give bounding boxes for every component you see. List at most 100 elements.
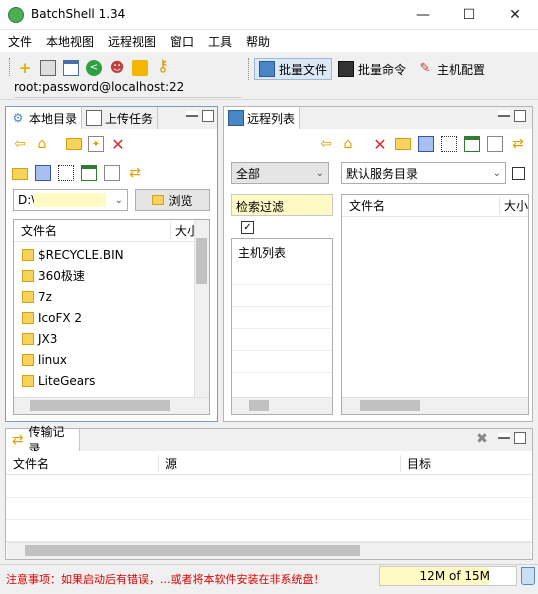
clear-log-icon[interactable]: ✖ <box>474 431 490 447</box>
chevron-down-icon: ⌄ <box>315 167 324 179</box>
tab-transfer-log[interactable]: ⇄ 传输记录 <box>6 425 80 456</box>
list-item[interactable]: 7z <box>14 286 194 307</box>
menu-help[interactable]: 帮助 <box>246 33 270 50</box>
col-size[interactable]: 大小 <box>499 197 528 214</box>
minimize-panel-icon[interactable] <box>498 433 510 439</box>
file-name: IcoFX 2 <box>38 310 83 325</box>
file-name: 7z <box>38 289 52 304</box>
maximize-panel-icon[interactable] <box>202 110 214 122</box>
minimize-button[interactable]: — <box>400 0 446 30</box>
home-icon[interactable]: ⌂ <box>34 136 50 152</box>
maximize-button[interactable]: ☐ <box>446 0 492 30</box>
transfer-list-header: 文件名 源 目标 <box>6 453 532 475</box>
batch-file-tab[interactable]: 批量文件 <box>254 58 332 80</box>
maximize-panel-icon[interactable] <box>514 432 526 444</box>
menu-window[interactable]: 窗口 <box>170 33 194 50</box>
tab-remote-list[interactable]: 远程列表 <box>224 107 300 129</box>
col-size[interactable]: 大小 <box>170 222 194 239</box>
select-none-icon[interactable] <box>441 136 457 152</box>
group-filter-select[interactable]: 全部 ⌄ <box>231 162 329 184</box>
table-view-icon[interactable] <box>464 136 480 152</box>
lock-icon[interactable] <box>132 60 148 76</box>
back-icon[interactable]: ⇦ <box>318 136 334 152</box>
local-hscroll-thumb[interactable] <box>30 400 170 411</box>
local-vscroll-thumb[interactable] <box>196 238 207 284</box>
browse-button[interactable]: 浏览 <box>135 189 210 211</box>
new-folder-icon[interactable] <box>395 138 411 150</box>
drive-value: D:\ <box>18 193 36 207</box>
chevron-down-icon: ⌄ <box>114 194 123 206</box>
list-item[interactable]: IcoFX 2 <box>14 307 194 328</box>
folder-open-icon <box>152 195 165 205</box>
maximize-panel-icon[interactable] <box>514 110 526 122</box>
minimize-panel-icon[interactable] <box>186 111 198 117</box>
delete-icon[interactable]: ✕ <box>110 135 126 154</box>
delete-icon[interactable]: ✕ <box>372 135 388 154</box>
host-config-tab[interactable]: ✎ 主机配置 <box>413 58 493 80</box>
host-search-input[interactable]: 检索过滤 <box>231 194 333 216</box>
task-list-icon <box>86 110 102 126</box>
list-item[interactable]: linux <box>14 349 194 370</box>
users-icon[interactable]: ☻ <box>109 60 125 76</box>
host-hscrollbar[interactable] <box>232 397 332 414</box>
host-list-rows <box>232 263 332 375</box>
key-icon[interactable]: ⚷ <box>155 58 171 74</box>
open-folder-icon[interactable] <box>66 138 82 150</box>
folder-icon <box>22 269 34 282</box>
garbage-collect-icon[interactable] <box>521 567 535 585</box>
back-icon[interactable]: ⇦ <box>12 136 28 152</box>
folder-icon <box>22 290 34 303</box>
connection-address[interactable]: root:password@localhost:22 <box>14 80 242 98</box>
refresh-icon[interactable]: ⇄ <box>127 165 143 181</box>
folder-icon <box>22 374 34 387</box>
table-view-icon[interactable] <box>81 165 97 181</box>
menu-local-view[interactable]: 本地视图 <box>46 33 94 50</box>
col-file-name[interactable]: 文件名 <box>342 197 499 214</box>
select-all-icon[interactable] <box>418 136 434 152</box>
col-target[interactable]: 目标 <box>400 455 532 472</box>
share-icon[interactable]: < <box>86 60 102 76</box>
file-name: $RECYCLE.BIN <box>38 247 124 262</box>
menu-remote-view[interactable]: 远程视图 <box>108 33 156 50</box>
remote-file-list <box>341 194 529 415</box>
list-item[interactable]: LiteGears <box>14 370 194 391</box>
remote-list-icon <box>228 110 244 126</box>
list-item[interactable]: $RECYCLE.BIN <box>14 244 194 265</box>
select-all-hosts-checkbox[interactable]: ✓ <box>241 221 254 234</box>
batch-file-icon <box>259 61 275 77</box>
close-button[interactable]: ✕ <box>492 0 538 30</box>
toolbar-grip <box>248 58 250 80</box>
memory-text: 12M of 15M <box>419 569 490 583</box>
menu-file[interactable]: 文件 <box>8 33 32 50</box>
service-dir-select[interactable]: 默认服务目录 ⌄ <box>341 162 506 184</box>
select-all-icon[interactable] <box>35 165 51 181</box>
window-icon[interactable] <box>63 60 79 76</box>
transfer-hscroll-thumb[interactable] <box>25 545 360 556</box>
host-hscroll-thumb[interactable] <box>249 400 269 411</box>
col-file-name[interactable]: 文件名 <box>6 455 158 472</box>
home-icon[interactable]: ⌂ <box>340 136 356 152</box>
refresh-icon[interactable]: ⇄ <box>510 136 526 152</box>
minimize-panel-icon[interactable] <box>498 111 510 117</box>
batch-command-tab[interactable]: 批量命令 <box>334 58 410 80</box>
col-file-name[interactable]: 文件名 <box>14 222 170 239</box>
copy-icon[interactable] <box>487 136 503 152</box>
col-source[interactable]: 源 <box>158 455 400 472</box>
copy-icon[interactable] <box>104 165 120 181</box>
new-folder-icon[interactable] <box>12 168 28 180</box>
transfer-panel-header <box>6 429 532 451</box>
tab-local-dir[interactable]: ⚙ 本地目录 <box>6 107 82 129</box>
list-item[interactable]: JX3 <box>14 328 194 349</box>
tab-upload-tasks[interactable]: 上传任务 <box>82 107 158 129</box>
new-file-icon[interactable]: ✦ <box>88 136 104 152</box>
add-icon[interactable]: + <box>17 60 33 76</box>
remote-hscroll-thumb[interactable] <box>360 400 420 411</box>
menu-tools[interactable]: 工具 <box>208 33 232 50</box>
select-none-icon[interactable] <box>58 165 74 181</box>
file-name: linux <box>38 352 67 367</box>
dir-checkbox[interactable] <box>512 167 525 180</box>
tab-local-dir-label: 本地目录 <box>29 111 78 126</box>
drive-highlight <box>34 193 106 207</box>
sessions-icon[interactable] <box>40 60 56 76</box>
list-item[interactable]: 360极速 <box>14 265 194 286</box>
